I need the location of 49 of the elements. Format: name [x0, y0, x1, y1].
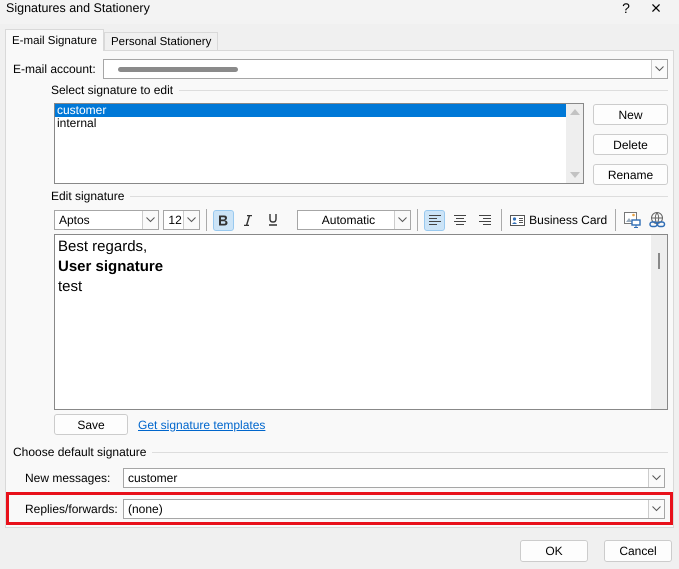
signature-list[interactable]: customer internal	[54, 103, 584, 184]
section-title: Choose default signature	[13, 445, 146, 459]
align-left-icon	[426, 214, 443, 226]
font-dropdown[interactable]: Aptos	[54, 210, 160, 230]
dropdown-value: (none)	[128, 502, 164, 516]
signature-editor[interactable]: Best regards, User signature test	[54, 234, 668, 410]
align-right-icon	[476, 214, 493, 226]
signature-line: Best regards,	[58, 237, 148, 257]
section-title: Select signature to edit	[51, 83, 174, 97]
signature-line: User signature	[58, 257, 164, 277]
tab[interactable]: Personal Stationery	[104, 32, 218, 50]
bold-icon	[218, 214, 228, 226]
help-button[interactable]: ?	[611, 0, 641, 16]
default-label: Replies/forwards:	[25, 502, 119, 516]
window-title: Signatures and Stationery	[5, 1, 151, 15]
dialog-button[interactable]: OK	[520, 540, 588, 562]
dialog-button[interactable]: Rename	[593, 164, 668, 185]
templates-link[interactable]: Get signature templates	[138, 418, 266, 432]
dialog-button[interactable]: Delete	[593, 134, 668, 155]
hyperlink-icon[interactable]	[647, 210, 668, 230]
italic-icon	[243, 214, 254, 226]
align-center-icon	[452, 214, 468, 226]
align-left-button[interactable]	[424, 210, 446, 230]
scrollbar[interactable]	[651, 235, 667, 409]
tab[interactable]: E-mail Signature	[5, 29, 104, 51]
default-label: New messages:	[25, 470, 112, 484]
color-name: Automatic	[320, 213, 376, 227]
bold-button[interactable]	[212, 210, 234, 230]
save-button[interactable]: Save	[54, 414, 128, 435]
signature-dropdown[interactable]: (none)	[123, 498, 665, 518]
signature-dropdown[interactable]: customer	[123, 468, 665, 488]
color-dropdown[interactable]: Automatic	[297, 210, 412, 230]
signature-item[interactable]: customer	[55, 104, 566, 117]
font-name: Aptos	[59, 213, 91, 227]
close-button[interactable]: ×	[641, 0, 671, 18]
scroll-thumb[interactable]	[658, 253, 660, 269]
size-dropdown[interactable]: 12	[163, 210, 200, 230]
contact-card-icon	[510, 214, 526, 226]
account-dropdown[interactable]	[103, 59, 668, 79]
font-size: 12	[168, 213, 183, 227]
business-card-button[interactable]: Business Card	[508, 213, 610, 227]
dialog-button[interactable]: Cancel	[604, 540, 672, 562]
dialog-button[interactable]: New	[593, 104, 668, 125]
signature-line: test	[58, 277, 84, 297]
section-title: Edit signature	[51, 189, 124, 203]
dropdown-value: customer	[128, 470, 178, 484]
insert-picture-icon[interactable]	[622, 210, 644, 230]
signature-item[interactable]: internal	[55, 117, 566, 130]
underline-icon	[268, 214, 278, 226]
